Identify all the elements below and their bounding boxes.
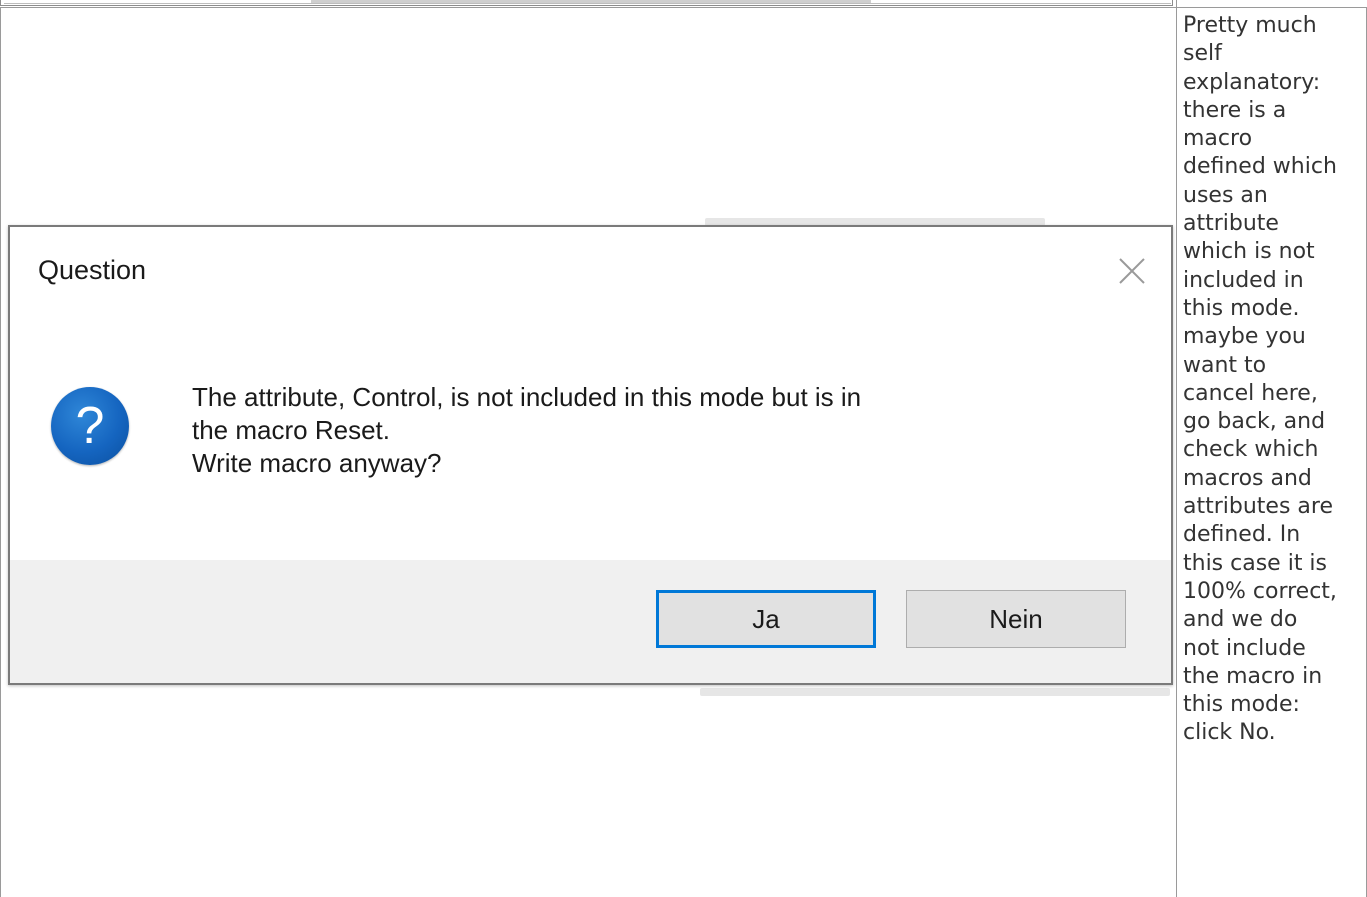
dialog-title: Question (38, 255, 147, 285)
dialog-button-bar: Ja Nein (10, 560, 1171, 683)
description-text: Pretty much self explanatory: there is a… (1183, 13, 1337, 746)
previous-screenshot-shadow (311, 0, 871, 3)
message-line: the macro Reset. (192, 415, 390, 445)
dialog-body: ? The attribute, Control, is not include… (10, 327, 1171, 557)
close-icon-glyph (1119, 258, 1145, 284)
no-button[interactable]: Nein (906, 590, 1126, 648)
table-left-border (0, 7, 1, 897)
message-line: The attribute, Control, is not included … (192, 382, 862, 412)
close-icon[interactable] (1110, 249, 1154, 293)
message-line: Write macro anyway? (192, 448, 442, 478)
background-window-text (700, 688, 1170, 696)
question-mark-icon: ? (51, 387, 129, 465)
wiki-page: Pretty much self explanatory: there is a… (0, 0, 1367, 897)
table-top-border (0, 7, 1367, 8)
table-column-divider (1176, 0, 1177, 897)
yes-button[interactable]: Ja (656, 590, 876, 648)
dialog-message: The attribute, Control, is not included … (192, 381, 1132, 480)
previous-screenshot-edge (0, 0, 1173, 6)
question-dialog: Question ? The attribute, Control, is no… (8, 225, 1173, 685)
